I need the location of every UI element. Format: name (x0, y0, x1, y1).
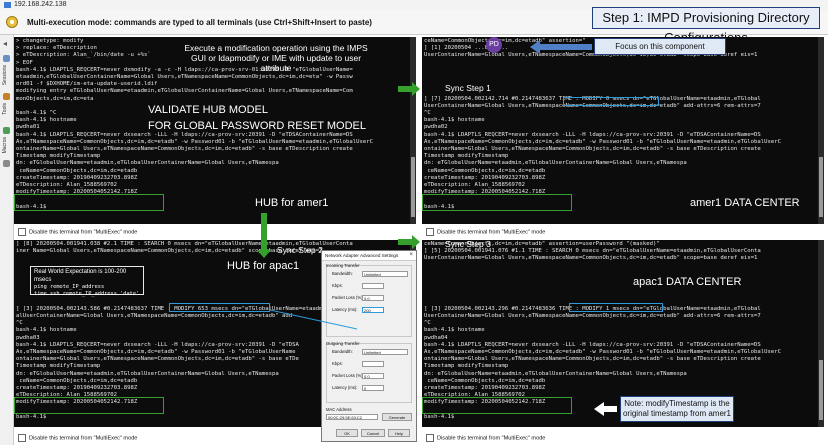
sync-step-2-arrow (257, 213, 271, 258)
sync-step-1-arrow (398, 82, 420, 96)
note-arrow (594, 402, 617, 416)
sync-step-3-arrow (398, 235, 420, 249)
focus-arrow (530, 40, 592, 54)
latency-pointer-line (269, 309, 358, 330)
annotation-arrows (257, 40, 617, 416)
